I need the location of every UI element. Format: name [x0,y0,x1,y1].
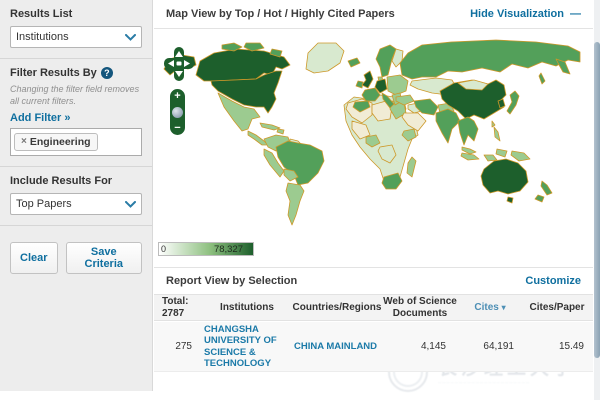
row-count: 275 [162,341,202,352]
zoom-out-button[interactable]: − [174,123,180,133]
country-russia[interactable] [400,40,580,79]
table-row: 275 CHANGSHA UNIVERSITY OF SCIENCE & TEC… [154,322,593,372]
row-cites: 64,191 [458,341,522,352]
scrollbar-thumb[interactable] [594,42,600,358]
island-new-guinea[interactable] [511,151,530,161]
results-list-section: Results List Institutions [0,0,152,59]
country-indonesia[interactable] [461,153,479,160]
map-view-header: Map View by Top / Hot / Highly Cited Pap… [154,0,593,29]
column-cites-per-paper: Cites/Paper [522,302,592,314]
results-list-value: Institutions [16,31,69,43]
include-results-section: Include Results For Top Papers [0,167,152,226]
actions-section: Clear Save Criteria [0,226,152,284]
sort-arrow-icon[interactable]: ▾ [502,303,506,312]
country-japan[interactable] [507,91,519,114]
island-sakhalin[interactable] [539,73,545,84]
filter-tags-box: × Engineering [10,128,142,156]
column-wos-documents: Web of Science Documents [382,296,458,320]
island-hispaniola[interactable] [277,129,284,134]
include-results-label: Include Results For [10,175,142,187]
vertical-scrollbar[interactable] [594,0,600,400]
country-greenland[interactable] [306,43,344,73]
include-results-value: Top Papers [16,198,72,210]
country-philippines[interactable] [494,127,500,141]
report-title: Report View by Selection [166,275,297,287]
region-central-america[interactable] [248,131,268,145]
country-australia[interactable] [481,159,528,194]
country-new-zealand[interactable] [535,195,544,202]
row-cites-per-paper: 15.49 [522,341,592,352]
institution-link[interactable]: CHANGSHA UNIVERSITY OF SCIENCE & TECHNOL… [204,324,292,370]
map-zoom-control[interactable]: + − [170,89,185,135]
filter-label-text: Filter Results By [10,67,97,79]
country-cuba[interactable] [260,123,280,130]
country-new-zealand[interactable] [541,181,552,195]
chevron-down-icon [125,201,136,208]
watermark-underline: ────────────────────── [438,380,576,385]
map-visualization: + − 0 78,327 [154,29,593,267]
report-header: Report View by Selection Customize [154,267,593,294]
island-taiwan[interactable] [492,121,495,127]
pan-center-icon [177,62,182,66]
map-color-legend: 0 78,327 [158,242,254,256]
country-argentina[interactable] [286,183,304,225]
column-countries-regions: Countries/Regions [292,302,382,314]
country-brazil[interactable] [276,141,324,185]
country-india[interactable] [436,109,460,143]
hide-visualization-text[interactable]: Hide Visualization [470,8,564,20]
world-choropleth-map[interactable] [156,35,582,241]
legend-min-value: 0 [161,244,166,254]
country-link[interactable]: CHINA MAINLAND [294,341,377,352]
column-total: Total: 2787 [162,296,202,320]
column-cites-sort[interactable]: Cites ▾ [458,302,522,313]
map-pan-control[interactable] [164,47,194,81]
help-icon[interactable]: ? [101,67,113,79]
save-criteria-button[interactable]: Save Criteria [66,242,142,274]
customize-link[interactable]: Customize [525,275,581,287]
country-madagascar[interactable] [407,157,416,177]
region-kamchatka[interactable] [556,59,570,74]
filter-sidebar: Results List Institutions Filter Results… [0,0,153,391]
globe-reset-icon[interactable] [172,107,183,118]
clear-button[interactable]: Clear [10,242,58,274]
cites-label[interactable]: Cites [474,302,498,313]
row-documents: 4,145 [382,341,458,352]
total-value: 2787 [162,308,202,320]
country-indonesia[interactable] [496,149,507,157]
country-uk[interactable] [362,71,373,88]
region-southeast-asia[interactable] [458,117,478,145]
remove-tag-icon[interactable]: × [21,136,27,147]
chevron-down-icon [125,34,136,41]
filter-section: Filter Results By? Changing the filter f… [0,59,152,167]
filter-label: Filter Results By? [10,67,142,79]
add-filter-link[interactable]: Add Filter » [10,112,142,124]
filter-tag-engineering[interactable]: × Engineering [14,133,98,151]
results-table-header: Total: 2787 Institutions Countries/Regio… [154,294,593,321]
country-iceland[interactable] [348,58,360,67]
zoom-in-button[interactable]: + [174,91,180,101]
include-results-select[interactable]: Top Papers [10,193,142,215]
island-tasmania[interactable] [507,197,513,203]
collapse-icon[interactable]: — [570,8,581,20]
results-list-select[interactable]: Institutions [10,26,142,48]
results-list-label: Results List [10,8,142,20]
map-view-title: Map View by Top / Hot / Highly Cited Pap… [166,8,395,20]
filter-note: Changing the filter field removes all cu… [10,84,142,107]
region-eastern-europe[interactable] [387,75,408,95]
hide-visualization-link[interactable]: Hide Visualization — [470,8,581,20]
total-label: Total: [162,296,202,308]
column-institutions: Institutions [202,302,292,314]
country-indonesia[interactable] [484,155,497,161]
legend-max-value: 78,327 [214,244,243,255]
filter-tag-label: Engineering [30,136,91,148]
